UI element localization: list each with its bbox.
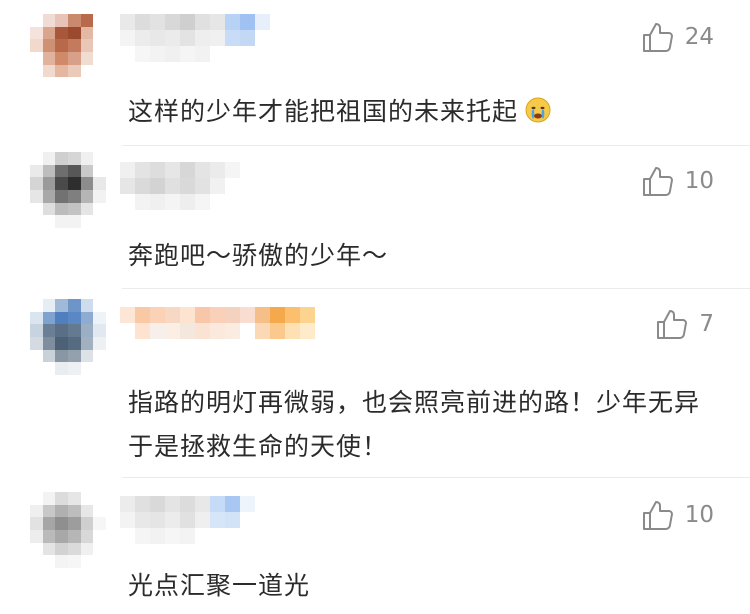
crying-face-emoji-icon <box>525 97 551 123</box>
avatar[interactable] <box>30 152 106 228</box>
like-count: 10 <box>684 502 714 528</box>
like-count: 7 <box>699 311 714 337</box>
username-blurred[interactable] <box>120 307 315 371</box>
comment-text-content: 指路的明灯再微弱，也会照亮前进的路！少年无异于是拯救生命的天使！ <box>128 388 701 461</box>
comment-item: 10 奔跑吧～骄傲的少年～ <box>0 146 750 288</box>
comment-text-content: 这样的少年才能把祖国的未来托起 <box>128 97 519 126</box>
comment-item: 10 光点汇聚一道光 <box>0 478 750 614</box>
avatar[interactable] <box>30 492 106 568</box>
username-blurred[interactable] <box>120 162 240 226</box>
comment-text: 光点汇聚一道光 <box>128 564 720 608</box>
like-button[interactable]: 24 <box>641 20 714 54</box>
like-count: 10 <box>684 168 714 194</box>
comment-item: 7 指路的明灯再微弱，也会照亮前进的路！少年无异于是拯救生命的天使！ <box>0 289 750 477</box>
thumbs-up-icon <box>642 23 673 52</box>
like-button[interactable]: 7 <box>655 307 714 341</box>
like-button[interactable]: 10 <box>641 164 714 198</box>
comment-text: 这样的少年才能把祖国的未来托起 <box>128 90 720 134</box>
comment-text: 指路的明灯再微弱，也会照亮前进的路！少年无异于是拯救生命的天使！ <box>128 381 720 469</box>
comment-text: 奔跑吧～骄傲的少年～ <box>128 234 720 278</box>
thumbs-up-icon <box>642 167 673 196</box>
comment-text-content: 光点汇聚一道光 <box>128 571 311 600</box>
avatar[interactable] <box>30 299 106 375</box>
comment-text-content: 奔跑吧～骄傲的少年～ <box>128 241 389 270</box>
username-blurred[interactable] <box>120 14 270 78</box>
like-button[interactable]: 10 <box>641 498 714 532</box>
like-count: 24 <box>684 24 714 50</box>
username-blurred[interactable] <box>120 496 255 560</box>
thumbs-up-icon <box>642 501 673 530</box>
thumbs-up-icon <box>657 310 688 339</box>
avatar[interactable] <box>30 14 106 90</box>
comment-item: 24 这样的少年才能把祖国的未来托起 <box>0 0 750 145</box>
